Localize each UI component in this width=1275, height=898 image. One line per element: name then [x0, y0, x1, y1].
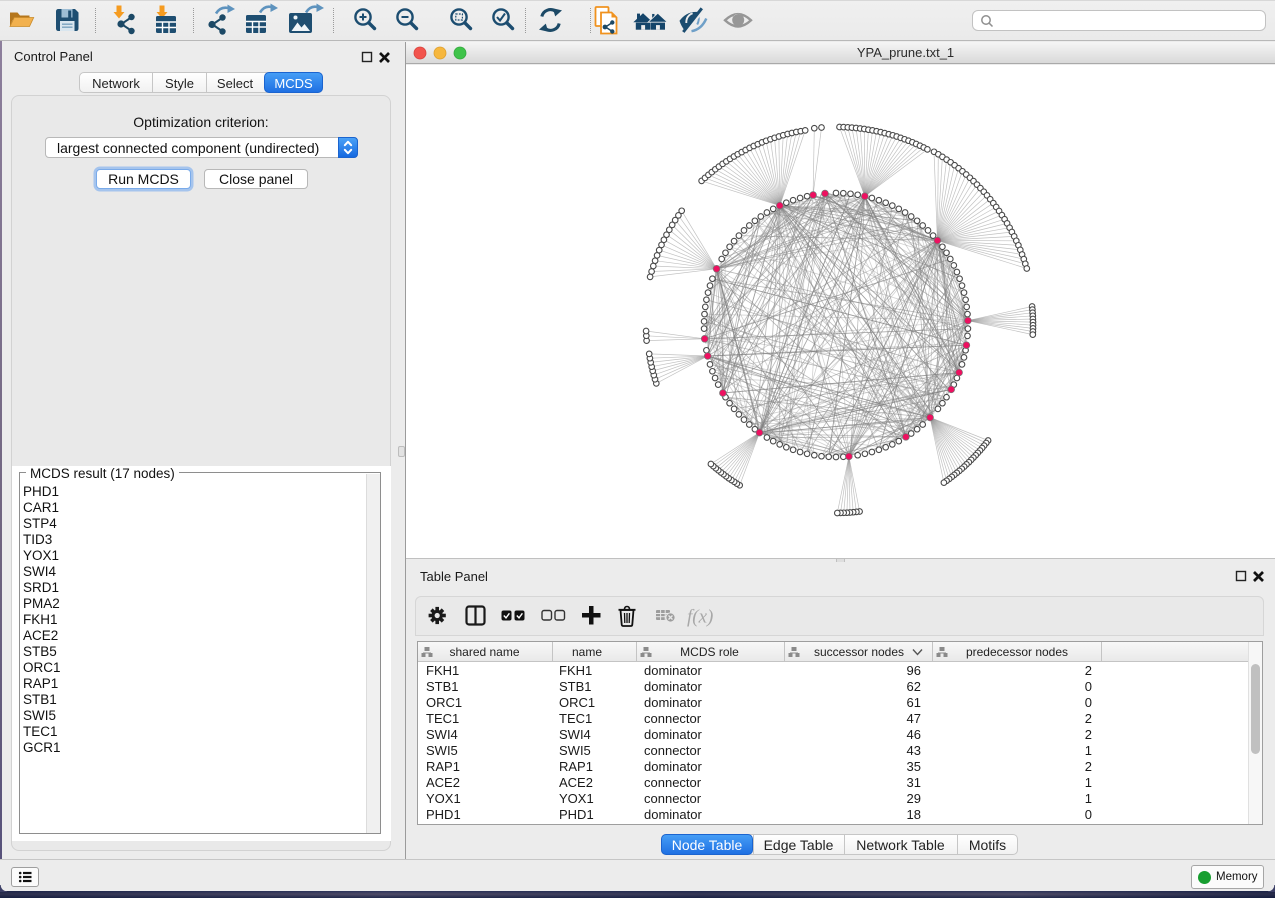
svg-text:f(x): f(x) [687, 607, 713, 628]
